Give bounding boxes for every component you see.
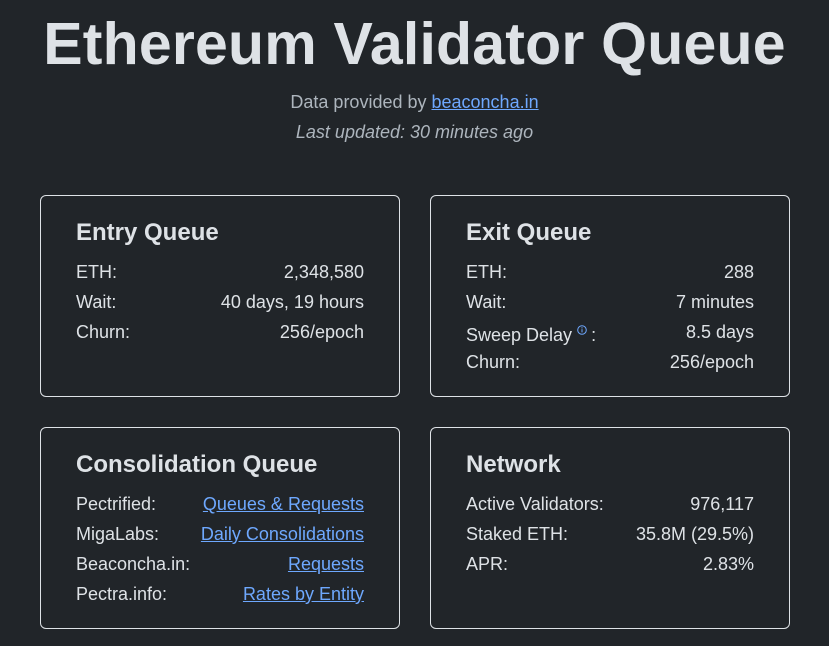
entry-wait-label: Wait: bbox=[76, 292, 117, 312]
info-icon[interactable] bbox=[577, 314, 587, 335]
exit-queue-title: Exit Queue bbox=[466, 219, 592, 246]
network-apr-row: APR: 2.83% bbox=[466, 549, 754, 579]
exit-churn-label: Churn: bbox=[466, 352, 521, 372]
exit-churn-value: 256/epoch bbox=[669, 352, 754, 372]
exit-sweep-delay-row: Sweep Delay: 8.5 days bbox=[466, 317, 754, 347]
exit-eth-label: ETH: bbox=[466, 262, 508, 282]
entry-queue-card: Entry Queue ETH: 2,348,580 Wait: 40 days… bbox=[40, 195, 400, 397]
last-updated: Last updated: 30 minutes ago bbox=[295, 122, 534, 142]
exit-wait-value: 7 minutes bbox=[675, 292, 754, 312]
consolidation-pectrified-label: Pectrified: bbox=[76, 494, 157, 514]
exit-eth-value: 288 bbox=[723, 262, 754, 282]
data-source-line: Data provided by beaconcha.in bbox=[0, 90, 829, 114]
beaconchain-link[interactable]: beaconcha.in bbox=[432, 92, 539, 112]
exit-queue-card: Exit Queue ETH: 288 Wait: 7 minutes Swee… bbox=[430, 195, 790, 397]
exit-sweep-delay-value: 8.5 days bbox=[685, 322, 754, 342]
entry-churn-row: Churn: 256/epoch bbox=[76, 317, 364, 347]
entry-eth-label: ETH: bbox=[76, 262, 118, 282]
network-apr-value: 2.83% bbox=[702, 554, 754, 574]
exit-sweep-delay-label: Sweep Delay bbox=[466, 325, 573, 345]
exit-churn-row: Churn: 256/epoch bbox=[466, 347, 754, 377]
exit-queue-rows: ETH: 288 Wait: 7 minutes Sweep Delay: 8.… bbox=[466, 257, 754, 377]
queues-requests-link[interactable]: Queues & Requests bbox=[203, 489, 364, 519]
consolidation-pectrainfo-label: Pectra.info: bbox=[76, 584, 168, 604]
exit-eth-row: ETH: 288 bbox=[466, 257, 754, 287]
entry-wait-value: 40 days, 19 hours bbox=[220, 292, 364, 312]
entry-eth-value: 2,348,580 bbox=[283, 262, 364, 282]
rates-by-entity-link[interactable]: Rates by Entity bbox=[243, 579, 364, 609]
network-staked-eth-value: 35.8M (29.5%) bbox=[635, 524, 754, 544]
requests-link[interactable]: Requests bbox=[288, 549, 364, 579]
exit-sweep-delay-colon: : bbox=[591, 325, 597, 345]
network-apr-label: APR: bbox=[466, 554, 509, 574]
consolidation-pectrainfo-row: Pectra.info: Rates by Entity bbox=[76, 579, 364, 609]
consolidation-queue-rows: Pectrified: Queues & Requests MigaLabs: … bbox=[76, 489, 364, 609]
consolidation-migalabs-label: MigaLabs: bbox=[76, 524, 160, 544]
network-rows: Active Validators: 976,117 Staked ETH: 3… bbox=[466, 489, 754, 579]
entry-queue-rows: ETH: 2,348,580 Wait: 40 days, 19 hours C… bbox=[76, 257, 364, 347]
entry-eth-row: ETH: 2,348,580 bbox=[76, 257, 364, 287]
network-staked-eth-row: Staked ETH: 35.8M (29.5%) bbox=[466, 519, 754, 549]
exit-sweep-delay-label-group: Sweep Delay: bbox=[466, 314, 596, 350]
network-card: Network Active Validators: 976,117 Stake… bbox=[430, 427, 790, 629]
network-active-validators-value: 976,117 bbox=[690, 494, 754, 514]
exit-wait-row: Wait: 7 minutes bbox=[466, 287, 754, 317]
consolidation-queue-card: Consolidation Queue Pectrified: Queues &… bbox=[40, 427, 400, 629]
entry-queue-title: Entry Queue bbox=[76, 219, 219, 246]
consolidation-migalabs-row: MigaLabs: Daily Consolidations bbox=[76, 519, 364, 549]
network-active-validators-label: Active Validators: bbox=[466, 494, 604, 514]
consolidation-beaconchain-label: Beaconcha.in: bbox=[76, 554, 191, 574]
page: Ethereum Validator Queue Data provided b… bbox=[0, 0, 829, 646]
consolidation-pectrified-row: Pectrified: Queues & Requests bbox=[76, 489, 364, 519]
consolidation-queue-title: Consolidation Queue bbox=[76, 451, 318, 478]
network-staked-eth-label: Staked ETH: bbox=[466, 524, 569, 544]
data-source-prefix: Data provided by bbox=[290, 92, 432, 112]
network-active-validators-row: Active Validators: 976,117 bbox=[466, 489, 754, 519]
exit-wait-label: Wait: bbox=[466, 292, 507, 312]
entry-churn-value: 256/epoch bbox=[279, 322, 364, 342]
network-title: Network bbox=[466, 451, 561, 478]
daily-consolidations-link[interactable]: Daily Consolidations bbox=[201, 519, 364, 549]
consolidation-beaconchain-row: Beaconcha.in: Requests bbox=[76, 549, 364, 579]
entry-churn-label: Churn: bbox=[76, 322, 131, 342]
page-title: Ethereum Validator Queue bbox=[43, 11, 786, 77]
entry-wait-row: Wait: 40 days, 19 hours bbox=[76, 287, 364, 317]
